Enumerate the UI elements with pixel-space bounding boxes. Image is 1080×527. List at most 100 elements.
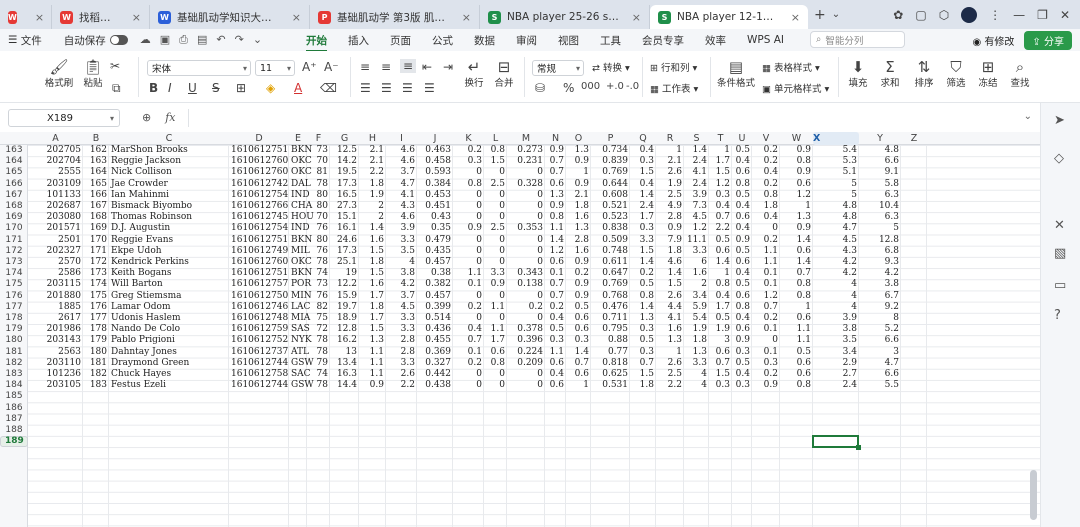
font-color-icon[interactable]: A xyxy=(294,81,302,95)
column-header-O[interactable]: O xyxy=(566,132,591,145)
table-cell[interactable]: Greg Stiemsma xyxy=(111,291,227,302)
table-cell[interactable]: 3.9 xyxy=(388,223,415,234)
table-cell[interactable]: 1.5 xyxy=(486,156,505,167)
table-cell[interactable]: Thomas Robinson xyxy=(111,212,227,223)
table-cell[interactable]: 0 xyxy=(509,291,543,302)
table-cell[interactable]: 1 xyxy=(711,268,730,279)
cell-area[interactable]: 202705 162 MarShon Brooks 1610612751 BKN 73 12… xyxy=(28,145,1040,527)
table-cell[interactable]: 0.6 xyxy=(782,246,811,257)
table-cell[interactable]: 1885 xyxy=(30,302,81,313)
table-cell[interactable]: 76 xyxy=(309,291,328,302)
close-icon[interactable]: × xyxy=(132,11,141,24)
table-cell[interactable]: 16.1 xyxy=(332,223,357,234)
table-cell[interactable]: 0.6 xyxy=(711,347,730,358)
table-cell[interactable]: 1.5 xyxy=(632,369,654,380)
table-cell[interactable]: 0.5 xyxy=(734,145,750,156)
table-cell[interactable]: 3.8 xyxy=(388,268,415,279)
table-cell[interactable]: 24.6 xyxy=(332,235,357,246)
table-cell[interactable]: 1.2 xyxy=(754,291,778,302)
column-header-P[interactable]: P xyxy=(591,132,630,145)
table-cell[interactable]: 4.7 xyxy=(861,358,899,369)
table-cell[interactable]: 4 xyxy=(815,279,857,290)
ribbon-tab-8[interactable]: 会员专享 xyxy=(642,33,684,48)
table-cell[interactable]: 1.8 xyxy=(754,201,778,212)
table-cell[interactable]: 0.8 xyxy=(782,380,811,391)
close-icon[interactable]: × xyxy=(35,11,44,24)
table-cell[interactable]: 0.457 xyxy=(419,257,451,268)
table-cell[interactable]: 0.8 xyxy=(632,291,654,302)
table-cell[interactable]: 2 xyxy=(361,212,384,223)
table-cell[interactable]: 81 xyxy=(309,167,328,178)
close-icon[interactable]: × xyxy=(791,11,800,24)
table-cell[interactable]: 0.9 xyxy=(361,380,384,391)
worksheet-button[interactable]: ▦ 工作表 ▾ xyxy=(650,81,698,95)
table-cell[interactable]: 2.4 xyxy=(815,380,857,391)
column-header-A[interactable]: A xyxy=(28,132,83,145)
ribbon-tab-3[interactable]: 公式 xyxy=(432,33,453,48)
table-cell[interactable]: 0.7 xyxy=(547,291,564,302)
column-header-K[interactable]: K xyxy=(453,132,484,145)
table-cell[interactable]: 101133 xyxy=(30,190,81,201)
share-button[interactable]: ⇪ 分享 xyxy=(1024,31,1072,50)
table-cell[interactable]: 72 xyxy=(309,324,328,335)
table-cell[interactable]: 4.8 xyxy=(861,145,899,156)
table-cell[interactable]: 1.4 xyxy=(632,190,654,201)
table-cell[interactable]: SAS xyxy=(291,324,310,335)
table-cell[interactable]: 17.3 xyxy=(332,179,357,190)
table-cell[interactable]: 78 xyxy=(309,335,328,346)
column-header-V[interactable]: V xyxy=(752,132,780,145)
table-cell[interactable]: 4 xyxy=(388,257,415,268)
row-header[interactable]: 175 xyxy=(0,279,28,290)
table-cell[interactable]: 0.9 xyxy=(568,257,589,268)
menu-button[interactable]: ☰ 文件 xyxy=(8,33,42,48)
table-cell[interactable]: 1.2 xyxy=(686,223,707,234)
table-cell[interactable]: 0.5 xyxy=(734,358,750,369)
column-header-R[interactable]: R xyxy=(656,132,684,145)
table-cell[interactable]: 0.435 xyxy=(419,246,451,257)
table-cell[interactable]: 0.8 xyxy=(486,145,505,156)
table-cell[interactable]: 181 xyxy=(85,358,107,369)
increase-font-icon[interactable]: A⁺ xyxy=(302,60,317,74)
table-cell[interactable]: 0.3 xyxy=(734,380,750,391)
table-cell[interactable]: 201880 xyxy=(30,291,81,302)
table-cell[interactable]: 0.9 xyxy=(734,335,750,346)
table-cell[interactable]: 0.458 xyxy=(419,156,451,167)
table-cell[interactable]: 0.2 xyxy=(632,268,654,279)
table-cell[interactable]: 2.8 xyxy=(658,212,682,223)
table-cell[interactable]: 0 xyxy=(486,190,505,201)
table-cell[interactable]: HOU xyxy=(291,212,314,223)
row-header[interactable]: 176 xyxy=(0,291,28,302)
pointer-icon[interactable]: ➤ xyxy=(1054,113,1065,128)
table-cell[interactable]: 0.3 xyxy=(754,358,778,369)
table-cell[interactable]: 0 xyxy=(455,235,482,246)
table-cell[interactable]: 0 xyxy=(455,212,482,223)
table-cell[interactable]: 6.6 xyxy=(861,335,899,346)
table-cell[interactable]: 182 xyxy=(85,369,107,380)
table-cell[interactable]: 0.9 xyxy=(782,167,811,178)
table-cell[interactable]: 0 xyxy=(509,235,543,246)
table-cell[interactable]: 1.1 xyxy=(455,268,482,279)
table-cell[interactable]: 0.5 xyxy=(734,279,750,290)
column-header-J[interactable]: J xyxy=(417,132,453,145)
table-cell[interactable]: 2.9 xyxy=(815,358,857,369)
table-cell[interactable]: 1.2 xyxy=(547,246,564,257)
table-cell[interactable]: 1610612751 xyxy=(231,235,288,246)
table-cell[interactable]: 0.382 xyxy=(419,279,451,290)
table-cell[interactable]: 9.1 xyxy=(861,167,899,178)
table-cell[interactable]: 0.6 xyxy=(568,369,589,380)
table-cell[interactable]: 2.2 xyxy=(711,223,730,234)
table-cell[interactable]: 0.6 xyxy=(486,347,505,358)
table-cell[interactable]: 0.476 xyxy=(593,302,628,313)
autosave[interactable]: 自动保存 xyxy=(64,33,128,48)
table-cell[interactable]: 2.1 xyxy=(568,190,589,201)
table-cell[interactable]: 0 xyxy=(754,335,778,346)
ribbon-tab-4[interactable]: 数据 xyxy=(474,33,495,48)
filter-button[interactable]: ⛉ 筛选 xyxy=(942,59,970,89)
table-cell[interactable]: 0.1 xyxy=(455,347,482,358)
table-cell[interactable]: 0.1 xyxy=(754,324,778,335)
table-cell[interactable]: 5.4 xyxy=(686,313,707,324)
table-cell[interactable]: 0.3 xyxy=(632,223,654,234)
table-cell[interactable]: 1.8 xyxy=(686,335,707,346)
table-cell[interactable]: 1.9 xyxy=(361,190,384,201)
table-cell[interactable]: 3.5 xyxy=(815,335,857,346)
